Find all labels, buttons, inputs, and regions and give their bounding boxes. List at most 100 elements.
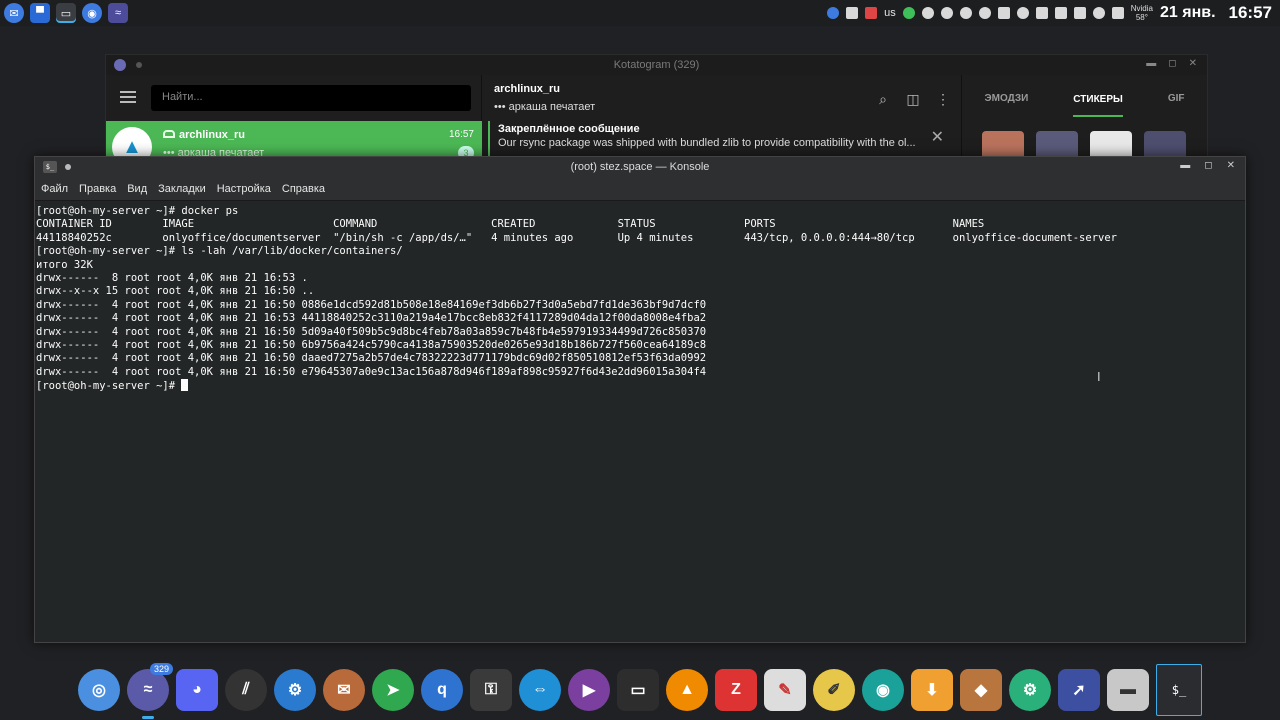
more-icon[interactable]: ⋮	[935, 91, 951, 107]
menu-file[interactable]: Файл	[41, 183, 68, 195]
terminal-task-icon[interactable]: ▭	[56, 3, 76, 23]
cassette-icon[interactable]: ▭	[617, 669, 659, 711]
terminal-line: drwx------ 4 root root 4,0K янв 21 16:50…	[36, 365, 707, 378]
notification-badge: 329	[149, 663, 173, 675]
tab-stickers[interactable]: СТИКЕРЫ	[1073, 80, 1123, 117]
sticker-panel: ЭМОДЗИ СТИКЕРЫ GIF	[962, 75, 1207, 163]
kotatogram-dock-icon[interactable]: ≈329	[127, 663, 173, 719]
teamviewer-icon[interactable]: ⇔	[519, 669, 561, 711]
tab-emoji[interactable]: ЭМОДЗИ	[985, 93, 1029, 104]
qbittorrent-icon[interactable]: q	[421, 669, 463, 711]
chat-time: 16:57	[448, 129, 474, 140]
minimize-icon[interactable]: ▬	[1180, 160, 1190, 171]
discord-icon[interactable]: ◕	[176, 669, 218, 711]
archive-icon[interactable]: ▬	[1107, 669, 1149, 711]
gpu-temp: 58°	[1135, 13, 1148, 22]
notes-tray-icon[interactable]	[1054, 7, 1067, 19]
konsole-dock-icon[interactable]: $_	[1156, 664, 1202, 716]
info-tray-icon[interactable]	[827, 7, 840, 19]
pinned-title: Закреплённое сообщение	[498, 123, 640, 135]
filezilla-icon[interactable]: Z	[715, 669, 757, 711]
pinned-text: Our rsync package was shipped with bundl…	[498, 137, 916, 149]
gpu-temp-widget[interactable]: Nvidia 58°	[1131, 4, 1153, 22]
minimize-icon[interactable]: ▬	[1146, 58, 1156, 69]
sidebar-icon[interactable]: ◫	[905, 91, 921, 107]
chat-header-name[interactable]: archlinux_ru	[494, 83, 560, 95]
konsole-title: (root) stez.space — Konsole	[570, 161, 710, 173]
vlc-icon[interactable]: ▲	[666, 669, 708, 711]
terminal-line: drwx------ 4 root root 4,0K янв 21 16:50…	[36, 325, 707, 338]
terminal-line: CONTAINER ID IMAGE COMMAND CREATED STATU…	[36, 218, 985, 231]
maximize-icon[interactable]: ◻	[1168, 58, 1176, 69]
terminal-line: drwx------ 4 root root 4,0K янв 21 16:53…	[36, 312, 707, 325]
wifi-tray-icon[interactable]	[997, 7, 1010, 19]
close-icon[interactable]: ✕	[1189, 58, 1197, 69]
pin-icon[interactable]	[136, 62, 142, 68]
browser-task-icon[interactable]: ◉	[82, 3, 102, 23]
menu-view[interactable]: Вид	[127, 183, 147, 195]
terminal-line: 44118840252c onlyoffice/documentserver "…	[36, 231, 1117, 244]
volume-tray-icon[interactable]	[1073, 7, 1086, 19]
keyboard-layout[interactable]: us	[884, 7, 896, 19]
tab-gif[interactable]: GIF	[1168, 93, 1185, 104]
menu-icon[interactable]	[120, 91, 136, 103]
maximize-icon[interactable]: ◻	[1204, 160, 1212, 171]
download-icon[interactable]: ⬇	[911, 669, 953, 711]
chromium-icon[interactable]: ◎	[78, 669, 120, 711]
close-icon[interactable]: ✕	[1227, 160, 1235, 171]
terminal-line: drwx------ 4 root root 4,0K янв 21 16:50…	[36, 352, 707, 365]
kotatogram-titlebar[interactable]: Kotatogram (329) ▬ ◻ ✕	[106, 55, 1207, 75]
battery-tray-icon[interactable]	[1111, 7, 1124, 19]
dock: ◎ ≈329 ◕ ⫽ ⚙ ✉ ➤ q ⚿ ⇔ ▶ ▭ ▲ Z ✎ ✐ ◉ ⬇ ◆…	[70, 660, 1210, 720]
menubar: Файл Правка Вид Закладки Настройка Справ…	[35, 177, 1245, 201]
menu-settings[interactable]: Настройка	[217, 183, 271, 195]
telegram-tray-icon[interactable]	[902, 7, 915, 19]
konsole-app-icon: $_	[43, 161, 57, 173]
kotatogram-logo-icon	[114, 59, 126, 71]
text-editor-icon[interactable]: ✎	[764, 669, 806, 711]
steam-tray-icon[interactable]	[959, 7, 972, 19]
shield-tray-icon[interactable]	[921, 7, 934, 19]
chat-name: archlinux_ru	[163, 129, 245, 141]
menu-help[interactable]: Справка	[282, 183, 325, 195]
update-tray-icon[interactable]	[940, 7, 953, 19]
terminal-line: drwx------ 4 root root 4,0K янв 21 16:50…	[36, 298, 707, 311]
close-pinned-icon[interactable]: ✕	[931, 127, 944, 147]
terminal-line: [root@oh-my-server ~]# docker ps	[36, 205, 239, 217]
thunderbird-icon[interactable]: ✉	[323, 669, 365, 711]
app-launcher-icon[interactable]: ✉	[4, 3, 24, 23]
network-tray-icon[interactable]	[1092, 7, 1105, 19]
bluetooth-tray-icon[interactable]	[978, 7, 991, 19]
terminal-prompt-line[interactable]: [root@oh-my-server ~]#	[36, 379, 1245, 393]
telegram-icon[interactable]: ➤	[372, 669, 414, 711]
pin-icon[interactable]	[65, 164, 71, 170]
search-icon[interactable]: ⌕	[875, 91, 891, 107]
menu-edit[interactable]: Правка	[79, 183, 116, 195]
clipboard-tray-icon[interactable]	[1035, 7, 1048, 19]
krita-icon[interactable]: ✐	[813, 669, 855, 711]
mail-tray-icon[interactable]	[865, 7, 878, 19]
cloud-tray-icon[interactable]	[1016, 7, 1029, 19]
package-icon[interactable]: ◆	[960, 669, 1002, 711]
camera-icon[interactable]: ◉	[862, 669, 904, 711]
network-app-icon[interactable]: ⚿	[470, 669, 512, 711]
kotatogram-task-icon[interactable]: ≈	[108, 3, 128, 23]
konsole-titlebar[interactable]: $_ (root) stez.space — Konsole ▬ ◻ ✕	[35, 157, 1245, 177]
clock[interactable]: 16:57	[1229, 3, 1272, 23]
steam-icon[interactable]: ⚙	[274, 669, 316, 711]
window-tray-icon[interactable]	[846, 7, 859, 19]
terminal-output[interactable]: [root@oh-my-server ~]# docker ps CONTAINE…	[35, 201, 1245, 394]
window-app-icon[interactable]: ➚	[1058, 669, 1100, 711]
group-icon	[163, 130, 175, 138]
ibeam-cursor-icon: I	[1097, 369, 1101, 384]
terminal-line: drwx------ 4 root root 4,0K янв 21 16:50…	[36, 339, 707, 352]
menu-bookmarks[interactable]: Закладки	[158, 183, 206, 195]
folder-icon[interactable]: ▀	[30, 3, 50, 23]
media-player-icon[interactable]: ▶	[568, 669, 610, 711]
app-icon[interactable]: ⫽	[225, 669, 267, 711]
chat-header-typing: ••• аркаша печатает	[494, 101, 596, 113]
chat-list-panel: Найти... ▲ archlinux_ru 16:57 ••• аркаша…	[106, 75, 482, 167]
search-input[interactable]: Найти...	[151, 85, 471, 111]
date[interactable]: 21 янв.	[1160, 4, 1216, 22]
settings-icon[interactable]: ⚙	[1009, 669, 1051, 711]
